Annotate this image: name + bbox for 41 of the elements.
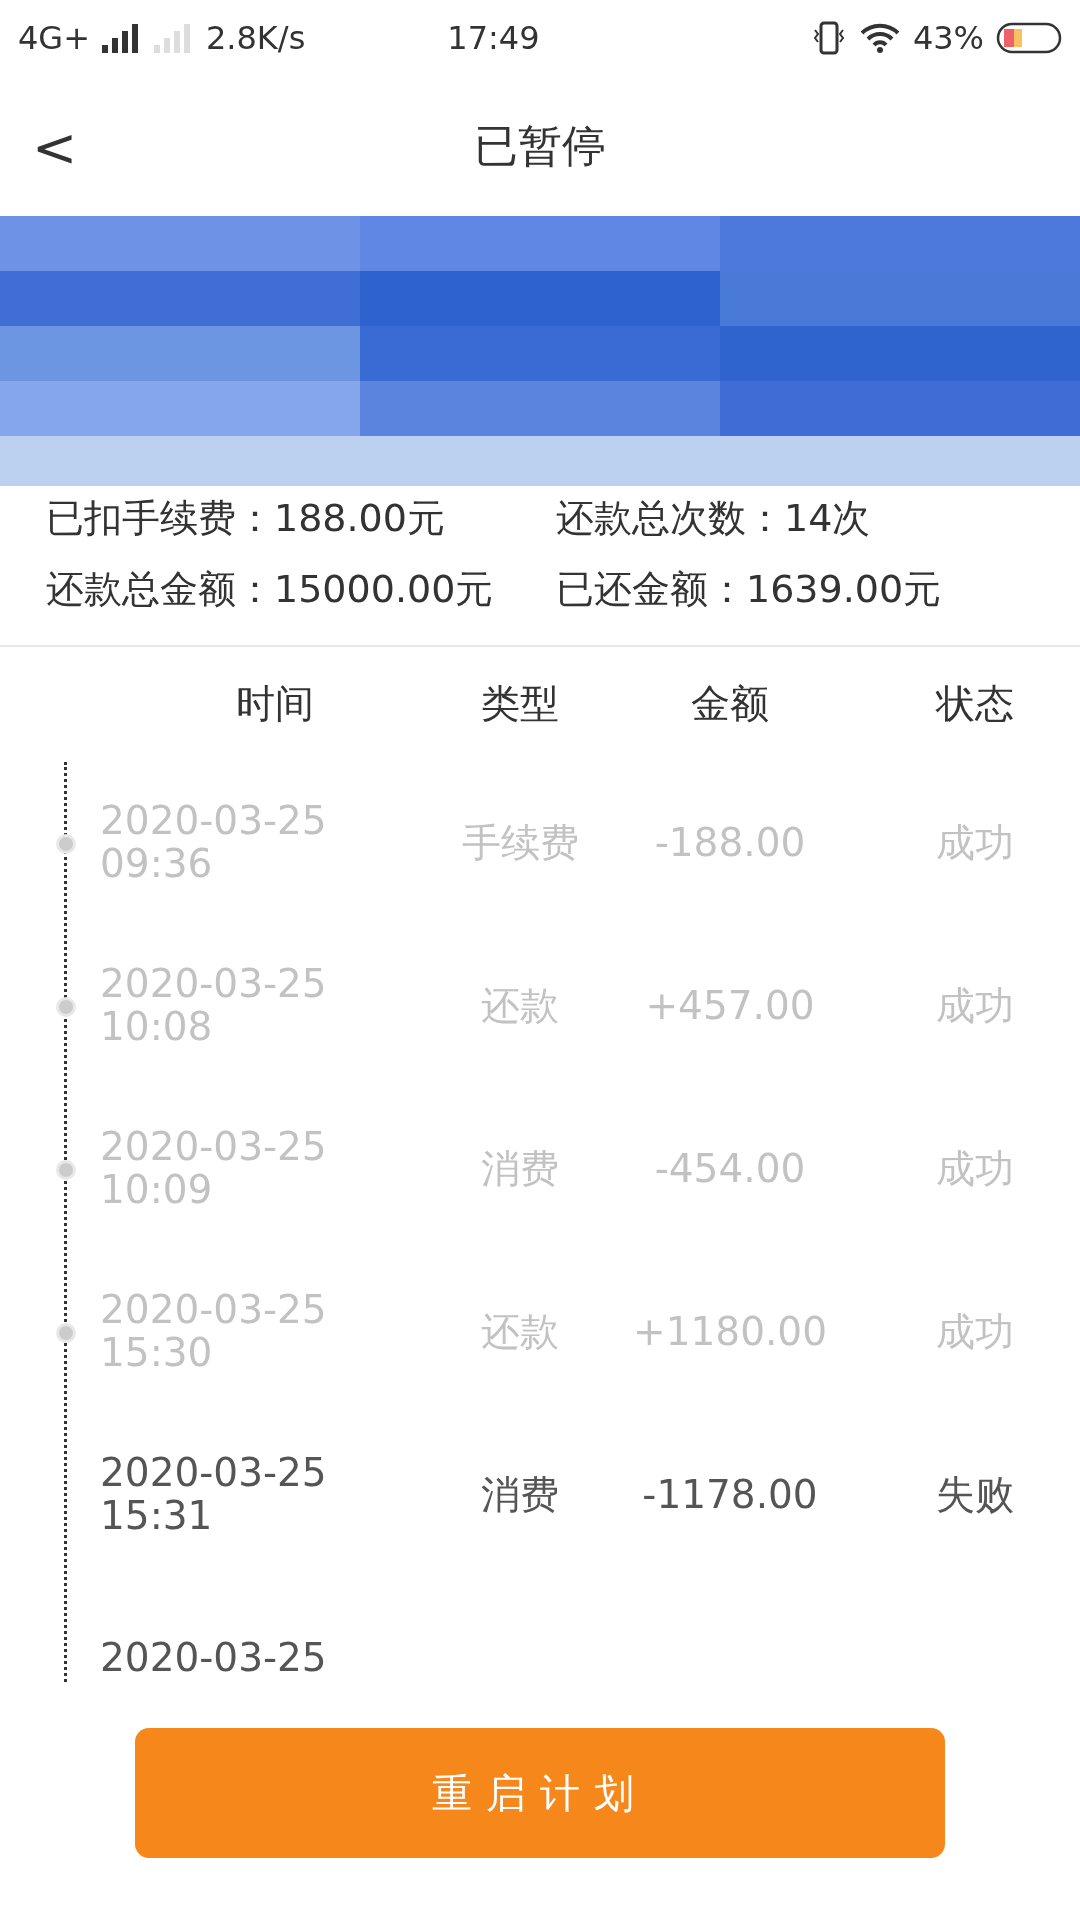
- back-button[interactable]: <: [22, 116, 88, 179]
- time-cell-text: 2020-03-25 10:08: [100, 963, 328, 1050]
- amount-cell-text: -188.00: [653, 821, 807, 865]
- type-cell-text: 还款: [480, 984, 560, 1028]
- status-cell-text: 成功: [935, 1147, 1015, 1191]
- type-cell-text: 手续费: [460, 821, 580, 865]
- wifi-icon: [858, 22, 901, 54]
- column-header: 金额: [690, 680, 770, 729]
- time-cell-text: 2020-03-25 15:31: [100, 1452, 328, 1539]
- battery-icon: [996, 22, 1062, 54]
- amount-cell-text: +1180.00: [632, 1310, 828, 1354]
- type-cell-text: 还款: [480, 1310, 560, 1354]
- timeline-dot: [56, 1159, 76, 1180]
- status-cell-text: 成功: [935, 1310, 1015, 1354]
- info-text: 已还金额：1639.00元: [556, 566, 943, 614]
- timeline-dot: [56, 833, 76, 854]
- type-cell-text: 消费: [480, 1147, 560, 1191]
- info-text: 还款总金额：15000.00元: [46, 566, 495, 614]
- type-cell-text: 消费: [480, 1473, 560, 1517]
- time-cell-text: 2020-03-25 09:36: [100, 800, 328, 887]
- status-cell-text: 成功: [935, 821, 1015, 865]
- info-text: 已扣手续费：188.00元: [46, 495, 446, 542]
- page-title: 已暂停: [474, 118, 606, 173]
- battery-percent: 43%: [912, 19, 984, 57]
- network-type: 4G+: [18, 19, 90, 57]
- time-cell-text: 2020-03-25 10:09: [100, 1126, 328, 1213]
- timeline-dot: [56, 996, 76, 1017]
- amount-cell-text: -454.00: [653, 1147, 807, 1191]
- network-speed: 2.8K/s: [205, 19, 306, 57]
- column-header: 状态: [934, 680, 1015, 729]
- status-cell-text: 失败: [935, 1473, 1015, 1517]
- time-cell-text: 2020-03-25: [100, 1636, 328, 1680]
- status-cell-text: 成功: [935, 984, 1015, 1028]
- column-header: 类型: [480, 680, 560, 729]
- amount-cell-text: -1178.00: [641, 1473, 819, 1517]
- column-header: 时间: [235, 680, 315, 729]
- amount-cell-text: +457.00: [644, 984, 816, 1028]
- timeline-dot: [56, 1322, 76, 1343]
- time-cell-text: 2020-03-25 15:30: [100, 1289, 328, 1376]
- clock: 17:49: [447, 19, 540, 57]
- info-text: 还款总次数：14次: [556, 495, 872, 542]
